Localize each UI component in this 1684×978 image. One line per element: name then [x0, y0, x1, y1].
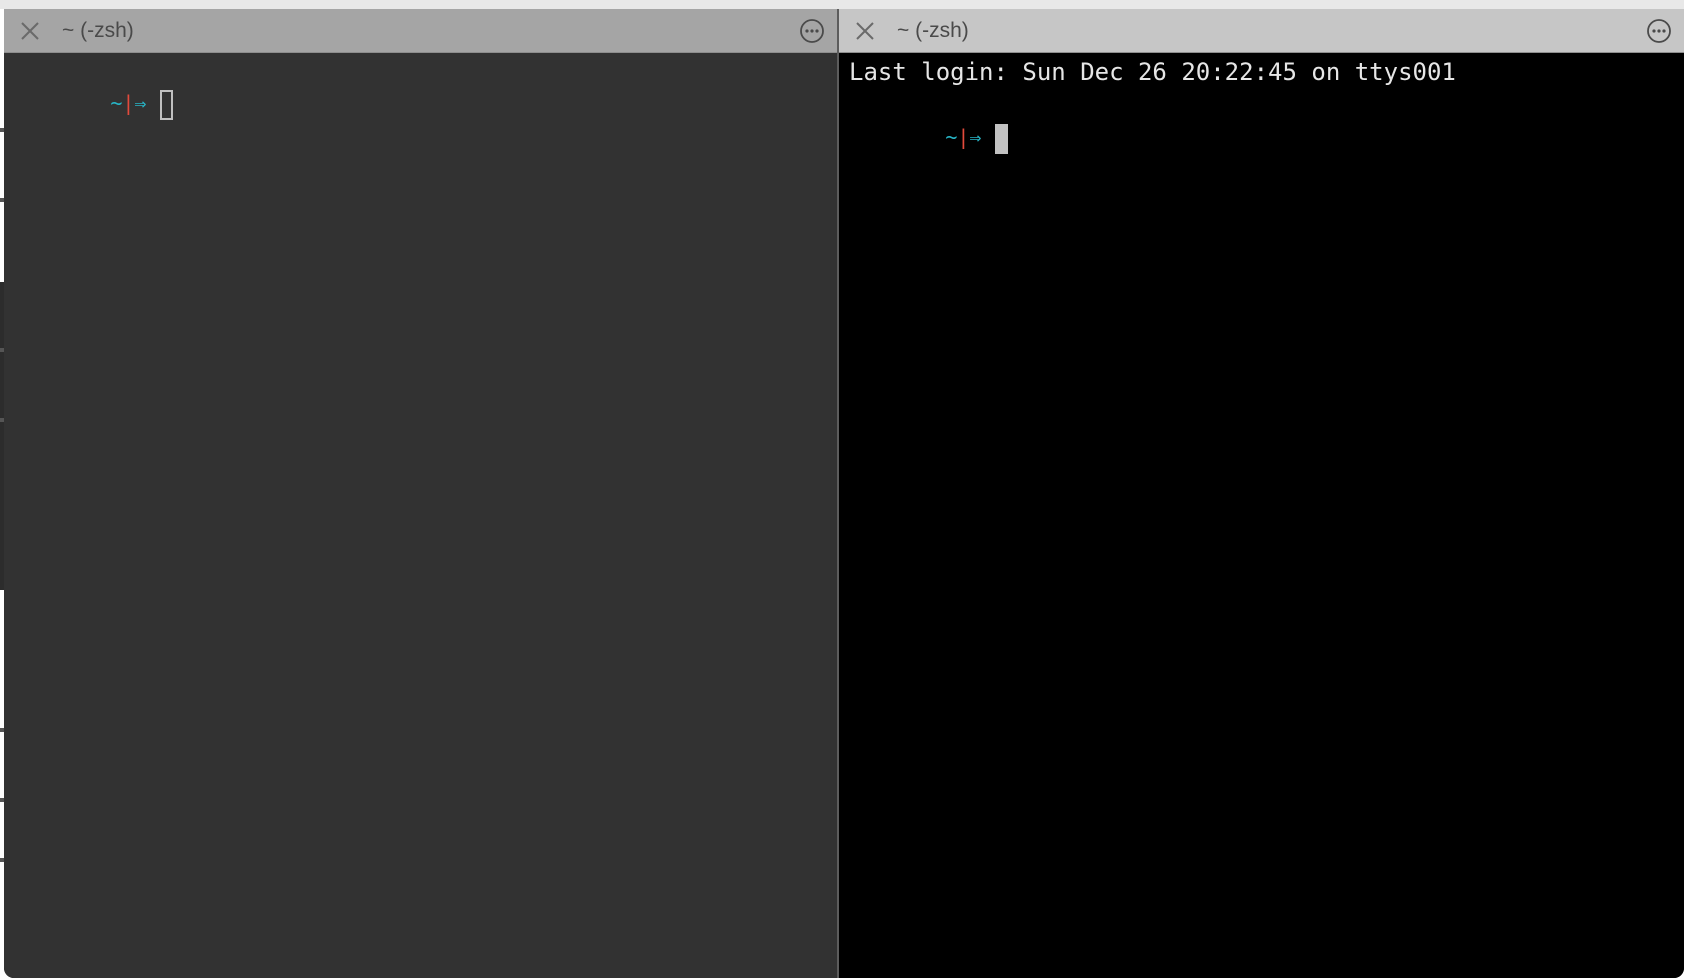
terminal-pane-left[interactable]: ~ (-zsh) ~|⇒	[4, 9, 837, 978]
more-options-icon	[1646, 18, 1672, 44]
pane-title: ~ (-zsh)	[897, 19, 969, 42]
close-pane-button[interactable]	[853, 19, 877, 43]
prompt-cwd: ~	[110, 91, 123, 115]
text-cursor	[995, 123, 1009, 154]
terminal-pane-right[interactable]: ~ (-zsh) Last login: Sun Dec 26 20:22:45…	[839, 9, 1684, 978]
terminal-window: ~ (-zsh) ~|⇒ ~ (-zsh) Last login: Sun De…	[4, 9, 1684, 978]
close-icon	[18, 19, 42, 43]
prompt-line: ~|⇒	[849, 92, 1009, 184]
prompt-arrow: ⇒	[969, 125, 982, 149]
close-pane-button[interactable]	[18, 19, 42, 43]
pane-options-button[interactable]	[799, 18, 825, 44]
pane-tab-bar: ~ (-zsh)	[839, 9, 1684, 53]
more-options-icon	[799, 18, 825, 44]
terminal-output[interactable]: Last login: Sun Dec 26 20:22:45 on ttys0…	[839, 53, 1684, 978]
pane-options-button[interactable]	[1646, 18, 1672, 44]
pane-title: ~ (-zsh)	[62, 19, 134, 42]
prompt-separator: |	[122, 91, 135, 115]
prompt-cwd: ~	[945, 125, 958, 149]
close-icon	[853, 19, 877, 43]
last-login-line: Last login: Sun Dec 26 20:22:45 on ttys0…	[849, 58, 1456, 86]
text-cursor	[160, 89, 174, 120]
prompt-separator: |	[957, 125, 970, 149]
terminal-output[interactable]: ~|⇒	[4, 53, 837, 978]
prompt-line: ~|⇒	[14, 58, 174, 150]
pane-tab-bar: ~ (-zsh)	[4, 9, 837, 53]
prompt-arrow: ⇒	[134, 91, 147, 115]
